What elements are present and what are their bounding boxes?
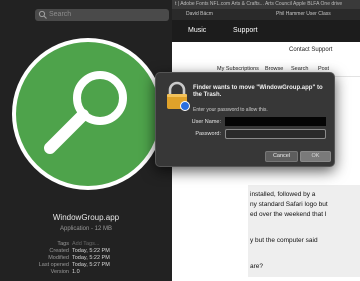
cancel-button[interactable]: Cancel [265, 151, 298, 162]
ok-button[interactable]: OK [300, 151, 331, 162]
app-magnifier-icon [12, 38, 164, 190]
post-text-line: y but the computer said [250, 237, 318, 244]
nav-music[interactable]: Music [188, 20, 206, 42]
post-content: installed, followed by a ny standard Saf… [248, 185, 360, 277]
username-field[interactable] [225, 117, 326, 126]
lock-icon [167, 81, 190, 111]
app-name: WindowGroup.app [52, 213, 120, 222]
bookmarks-bar: t | Adobe Fonts NFL.com Arts & Crafts...… [172, 0, 360, 9]
nav-support[interactable]: Support [233, 20, 258, 42]
metadata-label: Version [50, 269, 69, 275]
search-placeholder: Search [49, 11, 72, 18]
password-label: Password: [195, 131, 221, 137]
bookmarks-links[interactable]: t | Adobe Fonts NFL.com Arts & Crafts...… [175, 0, 342, 9]
dialog-subtitle: Enter your password to allow this. [193, 107, 268, 113]
search-field[interactable]: Search [35, 9, 169, 21]
dialog-title: Finder wants to move "WindowGroup.app" t… [193, 85, 323, 98]
metadata-row-version: Version 1.0 [0, 268, 172, 276]
browser-tab[interactable]: Phil Hammer User Class [276, 9, 331, 20]
post-text-line: are? [250, 263, 264, 270]
password-field[interactable] [225, 129, 326, 139]
site-nav-bar: Music Support [172, 20, 360, 42]
browser-tab[interactable]: David Bäcm [186, 9, 213, 20]
search-icon [38, 10, 47, 19]
username-label: User Name: [191, 119, 221, 125]
tab-bar: David Bäcm Phil Hammer User Class [172, 9, 360, 20]
contact-support-link[interactable]: Contact Support [289, 47, 332, 53]
finder-preview-panel: Search WindowGroup.app Application - 12 … [0, 0, 172, 281]
post-text-line: ny standard Safari logo but [250, 201, 328, 208]
post-text-line: ed over the weekend that I [250, 211, 327, 218]
post-text-line: installed, followed by a [250, 191, 316, 198]
metadata-value: 1.0 [72, 269, 80, 275]
auth-dialog: Finder wants to move "WindowGroup.app" t… [155, 72, 335, 167]
app-kind: Application - 12 MB [59, 226, 113, 232]
